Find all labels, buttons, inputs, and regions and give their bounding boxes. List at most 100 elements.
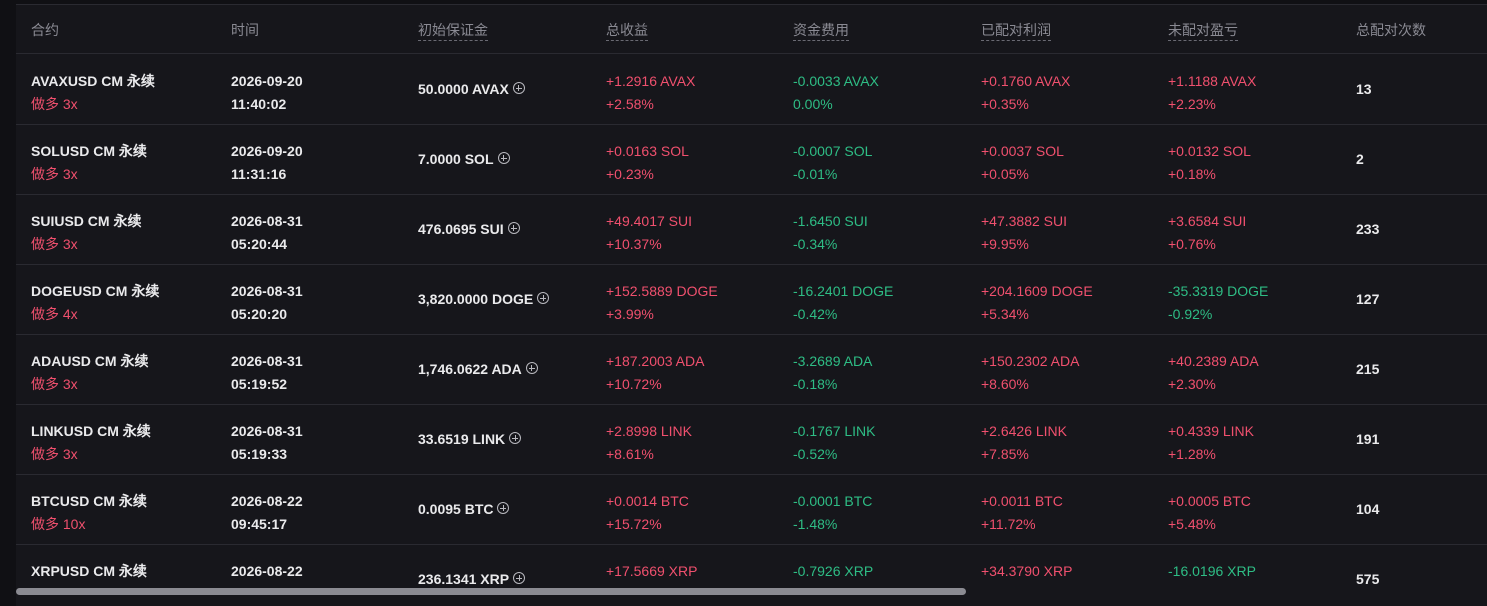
plus-circle-icon[interactable] bbox=[537, 292, 550, 304]
funding-fee-amount: -0.0033 AVAX bbox=[793, 73, 879, 89]
initial-margin-cell: 3,820.0000 DOGE bbox=[418, 290, 550, 308]
unmatched-pnl-percent: +0.18% bbox=[1168, 166, 1216, 182]
table-row[interactable]: LINKUSD CM 永续 做多 3x 2026-08-31 05:19:33 33.6… bbox=[16, 404, 1487, 475]
contract-cell[interactable]: LINKUSD CM 永续 做多 3x bbox=[31, 420, 151, 466]
plus-circle-icon[interactable] bbox=[497, 152, 510, 164]
initial-margin-cell: 50.0000 AVAX bbox=[418, 80, 525, 98]
funding-fee-cell: -0.0033 AVAX 0.00% bbox=[793, 70, 879, 116]
time-cell: 2026-08-31 05:20:44 bbox=[231, 210, 303, 256]
contract-symbol[interactable]: XRPUSD CM 永续 bbox=[31, 560, 147, 583]
unmatched-pnl-cell: +40.2389 ADA +2.30% bbox=[1168, 350, 1259, 396]
total-pnl-amount: +187.2003 ADA bbox=[606, 353, 705, 369]
total-pnl-amount: +152.5889 DOGE bbox=[606, 283, 718, 299]
matched-profit-percent: +0.35% bbox=[981, 96, 1029, 112]
total-matches-value: 13 bbox=[1356, 81, 1372, 97]
funding-fee-cell: -0.0007 SOL -0.01% bbox=[793, 140, 872, 186]
contract-symbol[interactable]: SUIUSD CM 永续 bbox=[31, 210, 141, 233]
unmatched-pnl-amount: +0.0005 BTC bbox=[1168, 493, 1251, 509]
position-side-leverage: 做多 3x bbox=[31, 166, 78, 182]
contract-symbol[interactable]: LINKUSD CM 永续 bbox=[31, 420, 151, 443]
plus-circle-icon[interactable] bbox=[507, 222, 520, 234]
unmatched-pnl-cell: -16.0196 XRP bbox=[1168, 560, 1256, 583]
position-side-leverage: 做多 3x bbox=[31, 376, 78, 392]
contract-cell[interactable]: SUIUSD CM 永续 做多 3x bbox=[31, 210, 141, 256]
app-frame: 合约 时间 初始保证金 总收益 资金费用 已配对利润 未配对盈亏 总配对次数 A… bbox=[0, 0, 1487, 606]
contract-cell[interactable]: SOLUSD CM 永续做多 3x bbox=[31, 140, 147, 186]
header-funding-fee[interactable]: 资金费用 bbox=[793, 20, 849, 41]
open-time: 11:31:16 bbox=[231, 166, 287, 182]
horizontal-scrollbar-thumb[interactable] bbox=[16, 588, 966, 595]
unmatched-pnl-percent: +1.28% bbox=[1168, 446, 1216, 462]
plus-circle-icon[interactable] bbox=[512, 82, 525, 94]
funding-fee-cell: -16.2401 DOGE -0.42% bbox=[793, 280, 893, 326]
unmatched-pnl-amount: -35.3319 DOGE bbox=[1168, 283, 1269, 299]
header-time: 时间 bbox=[231, 22, 259, 38]
unmatched-pnl-amount: +0.0132 SOL bbox=[1168, 143, 1251, 159]
matched-profit-amount: +150.2302 ADA bbox=[981, 353, 1080, 369]
time-cell: 2026-09-20 11:31:16 bbox=[231, 140, 303, 186]
total-matches-value: 104 bbox=[1356, 501, 1380, 517]
open-time: 09:45:17 bbox=[231, 516, 288, 532]
total-matches-value: 191 bbox=[1356, 431, 1380, 447]
funding-fee-cell: -3.2689 ADA -0.18% bbox=[793, 350, 872, 396]
total-pnl-percent: +10.37% bbox=[606, 236, 662, 252]
open-date: 2026-08-22 bbox=[231, 563, 303, 579]
funding-fee-percent: -0.42% bbox=[793, 306, 838, 322]
plus-circle-icon[interactable] bbox=[497, 502, 510, 514]
total-pnl-percent: +0.23% bbox=[606, 166, 654, 182]
header-unmatched-pnl[interactable]: 未配对盈亏 bbox=[1168, 20, 1238, 41]
matched-profit-amount: +47.3882 SUI bbox=[981, 213, 1068, 229]
total-pnl-percent: +2.58% bbox=[606, 96, 654, 112]
matched-profit-cell: +0.1760 AVAX +0.35% bbox=[981, 70, 1070, 116]
funding-fee-amount: -0.7926 XRP bbox=[793, 563, 874, 579]
total-pnl-cell: +17.5669 XRP bbox=[606, 560, 697, 583]
contract-cell[interactable]: AVAXUSD CM 永续 做多 3x bbox=[31, 70, 155, 116]
table-row[interactable]: ADAUSD CM 永续 做多 3x 2026-08-31 05:19:52 1,746… bbox=[16, 334, 1487, 405]
table-row[interactable]: DOGEUSD CM 永续 做多 4x 2026-08-31 05:20:20 3,82… bbox=[16, 264, 1487, 335]
table-row[interactable]: XRPUSD CM 永续 2026-08-22 236.1341 XRP +17.56… bbox=[16, 544, 1487, 606]
contract-symbol[interactable]: SOLUSD CM 永续 bbox=[31, 140, 147, 163]
matched-profit-amount: +204.1609 DOGE bbox=[981, 283, 1093, 299]
contract-symbol[interactable]: DOGEUSD CM 永续 bbox=[31, 280, 159, 303]
contract-cell[interactable]: DOGEUSD CM 永续 做多 4x bbox=[31, 280, 159, 326]
open-date: 2026-08-31 bbox=[231, 213, 303, 229]
initial-margin-value: 3,820.0000 DOGE bbox=[418, 291, 534, 307]
header-funding-fee-label: 资金费用 bbox=[793, 22, 849, 41]
plus-circle-icon[interactable] bbox=[525, 362, 538, 374]
plus-circle-icon[interactable] bbox=[513, 572, 526, 584]
table-row[interactable]: BTCUSD CM 永续 做多 10x 2026-08-22 09:45:17 0.00… bbox=[16, 474, 1487, 545]
initial-margin-cell: 476.0695 SUI bbox=[418, 220, 520, 238]
contract-symbol[interactable]: BTCUSD CM 永续 bbox=[31, 490, 147, 513]
unmatched-pnl-cell: -35.3319 DOGE -0.92% bbox=[1168, 280, 1268, 326]
header-total-pnl[interactable]: 总收益 bbox=[606, 20, 648, 41]
initial-margin-value: 236.1341 XRP bbox=[418, 571, 510, 587]
initial-margin-cell: 7.0000 SOL bbox=[418, 150, 510, 168]
header-matched-profit[interactable]: 已配对利润 bbox=[981, 20, 1051, 41]
table-row[interactable]: SOLUSD CM 永续做多 3x 2026-09-20 11:31:16 7.000… bbox=[16, 124, 1487, 195]
matched-profit-cell: +0.0037 SOL +0.05% bbox=[981, 140, 1064, 186]
unmatched-pnl-amount: +40.2389 ADA bbox=[1168, 353, 1259, 369]
header-total-pnl-label: 总收益 bbox=[606, 22, 648, 41]
table-row[interactable]: AVAXUSD CM 永续 做多 3x 2026-09-20 11:40:02 50.0… bbox=[16, 54, 1487, 125]
header-initial-margin[interactable]: 初始保证金 bbox=[418, 20, 488, 41]
funding-fee-percent: -0.52% bbox=[793, 446, 838, 462]
unmatched-pnl-cell: +0.0132 SOL +0.18% bbox=[1168, 140, 1251, 186]
table-header: 合约 时间 初始保证金 总收益 资金费用 已配对利润 未配对盈亏 总配对次数 bbox=[16, 5, 1487, 54]
contract-cell[interactable]: XRPUSD CM 永续 bbox=[31, 560, 147, 583]
contract-cell[interactable]: BTCUSD CM 永续 做多 10x bbox=[31, 490, 147, 536]
funding-fee-percent: -0.34% bbox=[793, 236, 838, 252]
total-matches-value: 575 bbox=[1356, 571, 1380, 587]
contract-symbol[interactable]: ADAUSD CM 永续 bbox=[31, 350, 148, 373]
matched-profit-amount: +0.0011 BTC bbox=[981, 493, 1063, 509]
plus-circle-icon[interactable] bbox=[509, 432, 522, 444]
total-pnl-percent: +8.61% bbox=[606, 446, 654, 462]
time-cell: 2026-08-31 05:20:20 bbox=[231, 280, 303, 326]
header-total-matches: 总配对次数 bbox=[1356, 22, 1426, 38]
matched-profit-cell: +47.3882 SUI +9.95% bbox=[981, 210, 1067, 256]
funding-fee-amount: -0.0007 SOL bbox=[793, 143, 873, 159]
unmatched-pnl-amount: -16.0196 XRP bbox=[1168, 563, 1256, 579]
contract-cell[interactable]: ADAUSD CM 永续做多 3x bbox=[31, 350, 148, 396]
unmatched-pnl-cell: +0.0005 BTC +5.48% bbox=[1168, 490, 1251, 536]
table-row[interactable]: SUIUSD CM 永续 做多 3x 2026-08-31 05:20:44 476.0… bbox=[16, 194, 1487, 265]
contract-symbol[interactable]: AVAXUSD CM 永续 bbox=[31, 70, 155, 93]
